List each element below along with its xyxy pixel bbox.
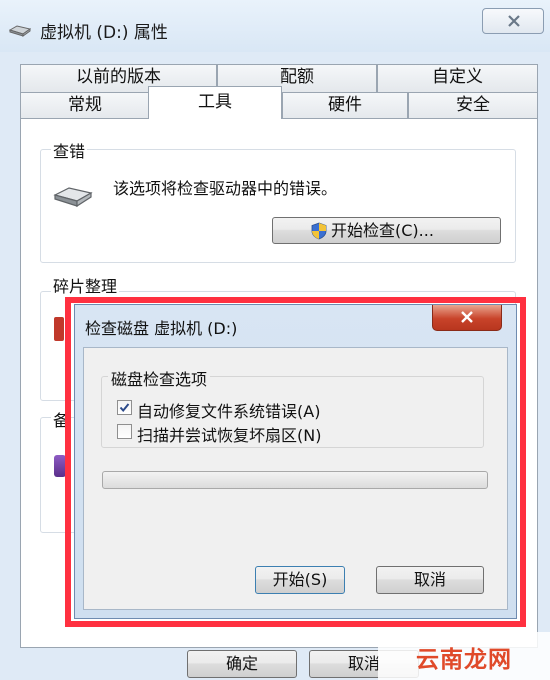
tab-security[interactable]: 安全 <box>408 92 538 119</box>
window-close-button[interactable] <box>482 8 544 34</box>
start-check-button[interactable]: 开始检查(C)... <box>272 217 501 244</box>
error-check-group <box>40 149 516 263</box>
title-bar[interactable]: 虚拟机 (D:) 属性 <box>0 0 550 52</box>
error-check-title: 查错 <box>51 138 88 162</box>
properties-window: 虚拟机 (D:) 属性 以前的版本 配额 自定义 常规 工具 硬件 安全 查错 <box>0 0 550 680</box>
window-title: 虚拟机 (D:) 属性 <box>40 23 168 43</box>
defrag-title: 碎片整理 <box>51 273 120 297</box>
tab-hardware[interactable]: 硬件 <box>282 92 408 119</box>
red-highlight-frame <box>65 297 526 627</box>
shield-icon <box>311 222 327 240</box>
defrag-icon <box>54 317 64 341</box>
watermark: 云南龙网 <box>378 632 550 680</box>
drive-icon <box>53 187 93 208</box>
drive-icon <box>9 25 31 37</box>
tab-general[interactable]: 常规 <box>20 92 150 119</box>
close-icon <box>508 15 520 27</box>
error-check-description: 该选项将检查驱动器中的错误。 <box>113 179 338 198</box>
tab-customize[interactable]: 自定义 <box>377 64 538 92</box>
ok-button[interactable]: 确定 <box>187 650 297 678</box>
tab-tools[interactable]: 工具 <box>148 86 282 119</box>
watermark-text: 云南龙网 <box>416 647 512 673</box>
